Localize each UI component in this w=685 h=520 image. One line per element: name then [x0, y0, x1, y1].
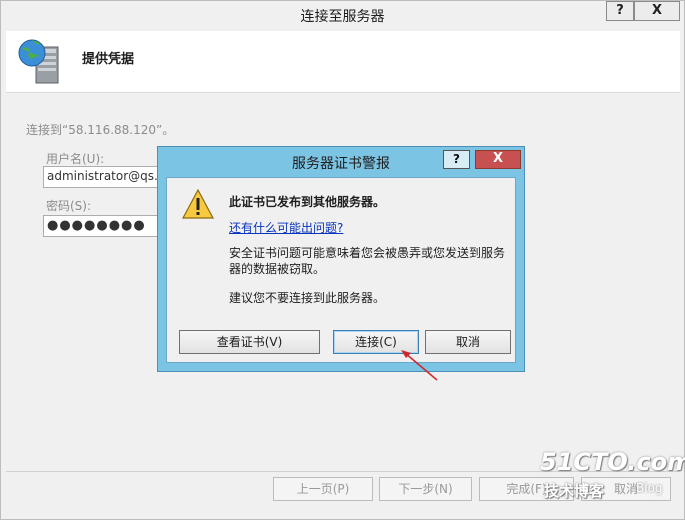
dialog-help-button[interactable]: ?	[443, 150, 470, 169]
help-button[interactable]: ?	[606, 1, 634, 21]
next-button[interactable]: 下一步(N)	[379, 477, 472, 501]
message-heading: 此证书已发布到其他服务器。	[229, 195, 386, 209]
advice-text: 建议您不要连接到此服务器。	[229, 291, 386, 305]
window-title: 连接至服务器	[300, 9, 385, 25]
password-label: 密码(S):	[46, 199, 92, 213]
dialog-body: 此证书已发布到其他服务器。 还有什么可能出问题? 安全证书问题可能意味着您会被愚…	[166, 177, 516, 363]
connect-to-text: 连接到“58.116.88.120”。	[26, 123, 175, 137]
prev-button[interactable]: 上一页(P)	[273, 477, 373, 501]
header-title: 提供凭据	[82, 52, 135, 67]
certificate-alert-dialog: 服务器证书警报 ? X 此证书已发布到其他服务器。 还有什么可能出问题? 安全证…	[157, 146, 525, 372]
message-body: 安全证书问题可能意味着您会被愚弄或您发送到服务器的数据被窃取。	[229, 246, 506, 276]
watermark-subtitle: 技术博客	[544, 482, 605, 500]
view-certificate-button[interactable]: 查看证书(V)	[179, 330, 320, 354]
what-could-go-wrong-link[interactable]: 还有什么可能出问题?	[229, 219, 343, 236]
username-label: 用户名(U):	[46, 152, 105, 166]
warning-icon	[181, 188, 215, 219]
title-bar[interactable]: 连接至服务器 ? X	[1, 1, 684, 30]
server-globe-icon	[18, 39, 59, 84]
wizard-header: 提供凭据	[6, 31, 680, 93]
watermark-site: 51CTO.com	[540, 448, 685, 476]
close-button[interactable]: X	[634, 1, 680, 21]
dialog-close-button[interactable]: X	[475, 150, 521, 169]
watermark-blog: Blog	[636, 481, 663, 495]
red-arrow-annotation	[401, 350, 438, 381]
